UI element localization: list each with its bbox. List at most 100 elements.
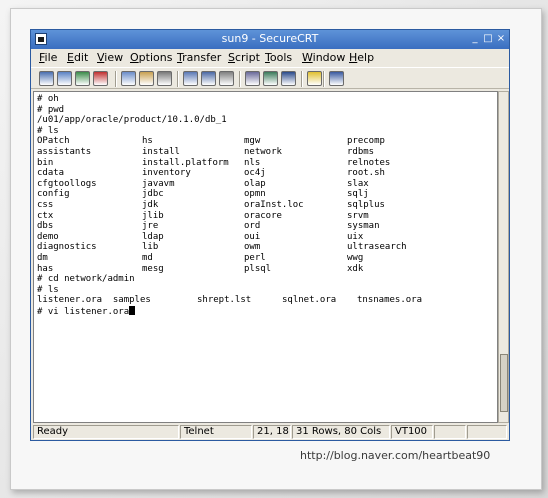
terminal-cell: jlib bbox=[142, 210, 164, 221]
terminal-cell: plsql bbox=[244, 263, 272, 274]
menu-file[interactable]: File bbox=[39, 51, 57, 64]
terminal-cell: demo bbox=[37, 231, 59, 242]
terminal-cell: lib bbox=[142, 242, 159, 253]
find-icon[interactable] bbox=[157, 71, 172, 86]
terminal-cell: rdbms bbox=[347, 147, 375, 157]
terminal-cell: ultrasearch bbox=[347, 242, 407, 253]
terminal-cell: sqlnet.ora bbox=[282, 295, 337, 306]
reconnect-icon[interactable] bbox=[75, 71, 90, 86]
terminal-cell: sysman bbox=[347, 221, 380, 232]
terminal-cell: # pwd bbox=[37, 104, 65, 115]
menu-label-rest: ools bbox=[269, 51, 293, 64]
terminal-cell: mesg bbox=[142, 263, 164, 274]
terminal-cell: oc4j bbox=[244, 168, 266, 179]
quick-connect-icon[interactable] bbox=[57, 71, 72, 86]
keymap-icon[interactable] bbox=[281, 71, 296, 86]
connect-icon[interactable] bbox=[39, 71, 54, 86]
terminal-scrollbar[interactable] bbox=[498, 91, 509, 423]
terminal-cell: owm bbox=[244, 242, 261, 253]
menu-mnemonic: O bbox=[130, 51, 139, 64]
terminal-cell: css bbox=[37, 200, 54, 210]
terminal-cell: # vi listener.ora bbox=[37, 306, 136, 317]
global-options-icon[interactable] bbox=[263, 71, 278, 86]
terminal-cell: root.sh bbox=[347, 168, 385, 179]
terminal-cell: cfgtoollogs bbox=[37, 178, 97, 189]
menu-mnemonic: S bbox=[228, 51, 235, 64]
menu-label-rest: indow bbox=[312, 51, 346, 64]
terminal-cell: precomp bbox=[347, 136, 385, 147]
title-bar[interactable]: sun9 - SecureCRT _ □ × bbox=[31, 30, 509, 49]
paste-icon[interactable] bbox=[139, 71, 154, 86]
terminal-cell: uix bbox=[347, 231, 364, 242]
terminal-cell: inventory bbox=[142, 168, 191, 179]
menu-label-rest: ptions bbox=[138, 51, 173, 64]
toolbar-separator bbox=[301, 71, 303, 87]
terminal-cell: xdk bbox=[347, 263, 364, 274]
status-protocol: Telnet bbox=[180, 425, 252, 439]
toolbar-separator bbox=[323, 71, 325, 87]
menu-transfer[interactable]: Transfer bbox=[177, 51, 221, 64]
scrollbar-thumb[interactable] bbox=[500, 354, 508, 412]
disconnect-icon[interactable] bbox=[93, 71, 108, 86]
terminal-cell: /u01/app/oracle/product/10.1.0/db_1 bbox=[37, 115, 227, 126]
menu-edit[interactable]: Edit bbox=[67, 51, 88, 64]
terminal-cell: jre bbox=[142, 221, 159, 232]
minimize-button[interactable]: _ bbox=[469, 33, 481, 45]
blog-watermark: http://blog.naver.com/heartbeat90 bbox=[300, 449, 491, 462]
menu-view[interactable]: View bbox=[97, 51, 123, 64]
terminal-cell: # oh bbox=[37, 94, 59, 104]
terminal-cell: sqlj bbox=[347, 189, 369, 200]
maximize-button[interactable]: □ bbox=[482, 33, 494, 45]
print-icon[interactable] bbox=[219, 71, 234, 86]
terminal-cell: ctx bbox=[37, 210, 54, 221]
menu-label-rest: ransfer bbox=[182, 51, 222, 64]
status-dimensions: 31 Rows, 80 Cols bbox=[292, 425, 390, 439]
copy-icon[interactable] bbox=[121, 71, 136, 86]
terminal-cell: ord bbox=[244, 221, 261, 232]
toolbar-separator bbox=[239, 71, 241, 87]
menu-help[interactable]: Help bbox=[349, 51, 374, 64]
toolbar-separator bbox=[115, 71, 117, 87]
terminal-cell: dm bbox=[37, 253, 48, 263]
terminal-cell: dbs bbox=[37, 221, 54, 232]
terminal-cell: sqlplus bbox=[347, 200, 385, 210]
terminal-cell: srvm bbox=[347, 210, 369, 221]
terminal-cell: assistants bbox=[37, 147, 92, 157]
terminal-cell: listener.ora samples bbox=[37, 295, 151, 306]
menu-mnemonic: E bbox=[67, 51, 74, 64]
menu-options[interactable]: Options bbox=[130, 51, 172, 64]
status-ready: Ready bbox=[33, 425, 179, 439]
terminal-cell: oui bbox=[244, 231, 261, 242]
terminal-cell: tnsnames.ora bbox=[357, 295, 423, 306]
session-options-icon[interactable] bbox=[245, 71, 260, 86]
terminal-cell: perl bbox=[244, 253, 266, 263]
menu-label-rest: iew bbox=[104, 51, 124, 64]
close-button[interactable]: × bbox=[495, 33, 507, 45]
terminal-cell: relnotes bbox=[347, 157, 391, 168]
status-emulation: VT100 bbox=[391, 425, 433, 439]
terminal-cell: ldap bbox=[142, 231, 164, 242]
status-cursor-position: 21, 18 bbox=[253, 425, 291, 439]
terminal-cell: opmn bbox=[244, 189, 266, 200]
terminal-cell: has bbox=[37, 263, 54, 274]
help-icon[interactable] bbox=[307, 71, 322, 86]
menu-window[interactable]: Window bbox=[302, 51, 345, 64]
terminal-cell: install.platform bbox=[142, 157, 229, 168]
terminal-cell: oracore bbox=[244, 210, 282, 221]
terminal-cell: olap bbox=[244, 178, 266, 189]
menu-label-rest: elp bbox=[357, 51, 375, 64]
menu-label-rest: dit bbox=[73, 51, 89, 64]
terminal-cell: hs bbox=[142, 136, 153, 147]
about-icon[interactable] bbox=[329, 71, 344, 86]
print-selection-icon[interactable] bbox=[201, 71, 216, 86]
window-title: sun9 - SecureCRT bbox=[221, 32, 319, 45]
menu-script[interactable]: Script bbox=[228, 51, 260, 64]
print-setup-icon[interactable] bbox=[183, 71, 198, 86]
terminal-screen[interactable]: # oh # pwd/u01/app/oracle/product/10.1.0/… bbox=[33, 91, 498, 423]
menu-tools[interactable]: Tools bbox=[265, 51, 292, 64]
status-bar: Ready Telnet 21, 18 31 Rows, 80 Cols VT1… bbox=[31, 424, 509, 440]
terminal-cursor bbox=[129, 306, 136, 315]
toolbar bbox=[31, 67, 509, 89]
terminal-cell: oraInst.loc bbox=[244, 200, 304, 210]
terminal-cell: mgw bbox=[244, 136, 261, 147]
